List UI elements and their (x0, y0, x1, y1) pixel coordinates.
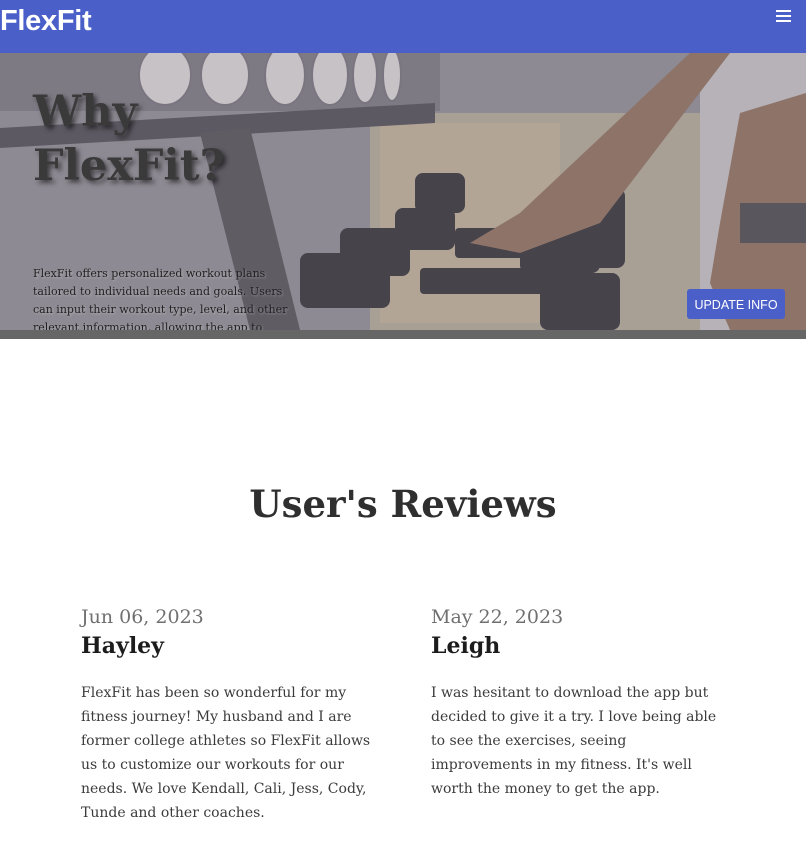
review-author: Hayley (81, 633, 164, 659)
update-info-button[interactable]: UPDATE INFO (687, 289, 785, 319)
hamburger-menu-icon[interactable] (772, 7, 794, 25)
review-date: May 22, 2023 (431, 606, 564, 628)
hero-title-line-2: FlexFit? (33, 141, 225, 191)
review-text: FlexFit has been so wonderful for my fit… (81, 685, 371, 821)
hero-title-line-1: Why (33, 87, 138, 137)
review-date: Jun 06, 2023 (81, 606, 204, 628)
hero-bottom-bar (0, 330, 806, 339)
review-card: Jun 06, 2023 Hayley FlexFit has been so … (81, 604, 371, 825)
hero-description: FlexFit offers personalized workout plan… (33, 267, 288, 330)
hero-section: Why FlexFit? FlexFit offers personalized… (0, 53, 806, 330)
reviews-heading: User's Reviews (249, 482, 557, 526)
review-author: Leigh (431, 633, 501, 659)
brand-logo[interactable]: FlexFit (0, 5, 92, 38)
review-text: I was hesitant to download the app but d… (431, 685, 717, 797)
review-card: May 22, 2023 Leigh I was hesitant to dow… (431, 604, 721, 801)
navbar: FlexFit (0, 0, 806, 53)
hero-title: Why FlexFit? (33, 85, 225, 193)
